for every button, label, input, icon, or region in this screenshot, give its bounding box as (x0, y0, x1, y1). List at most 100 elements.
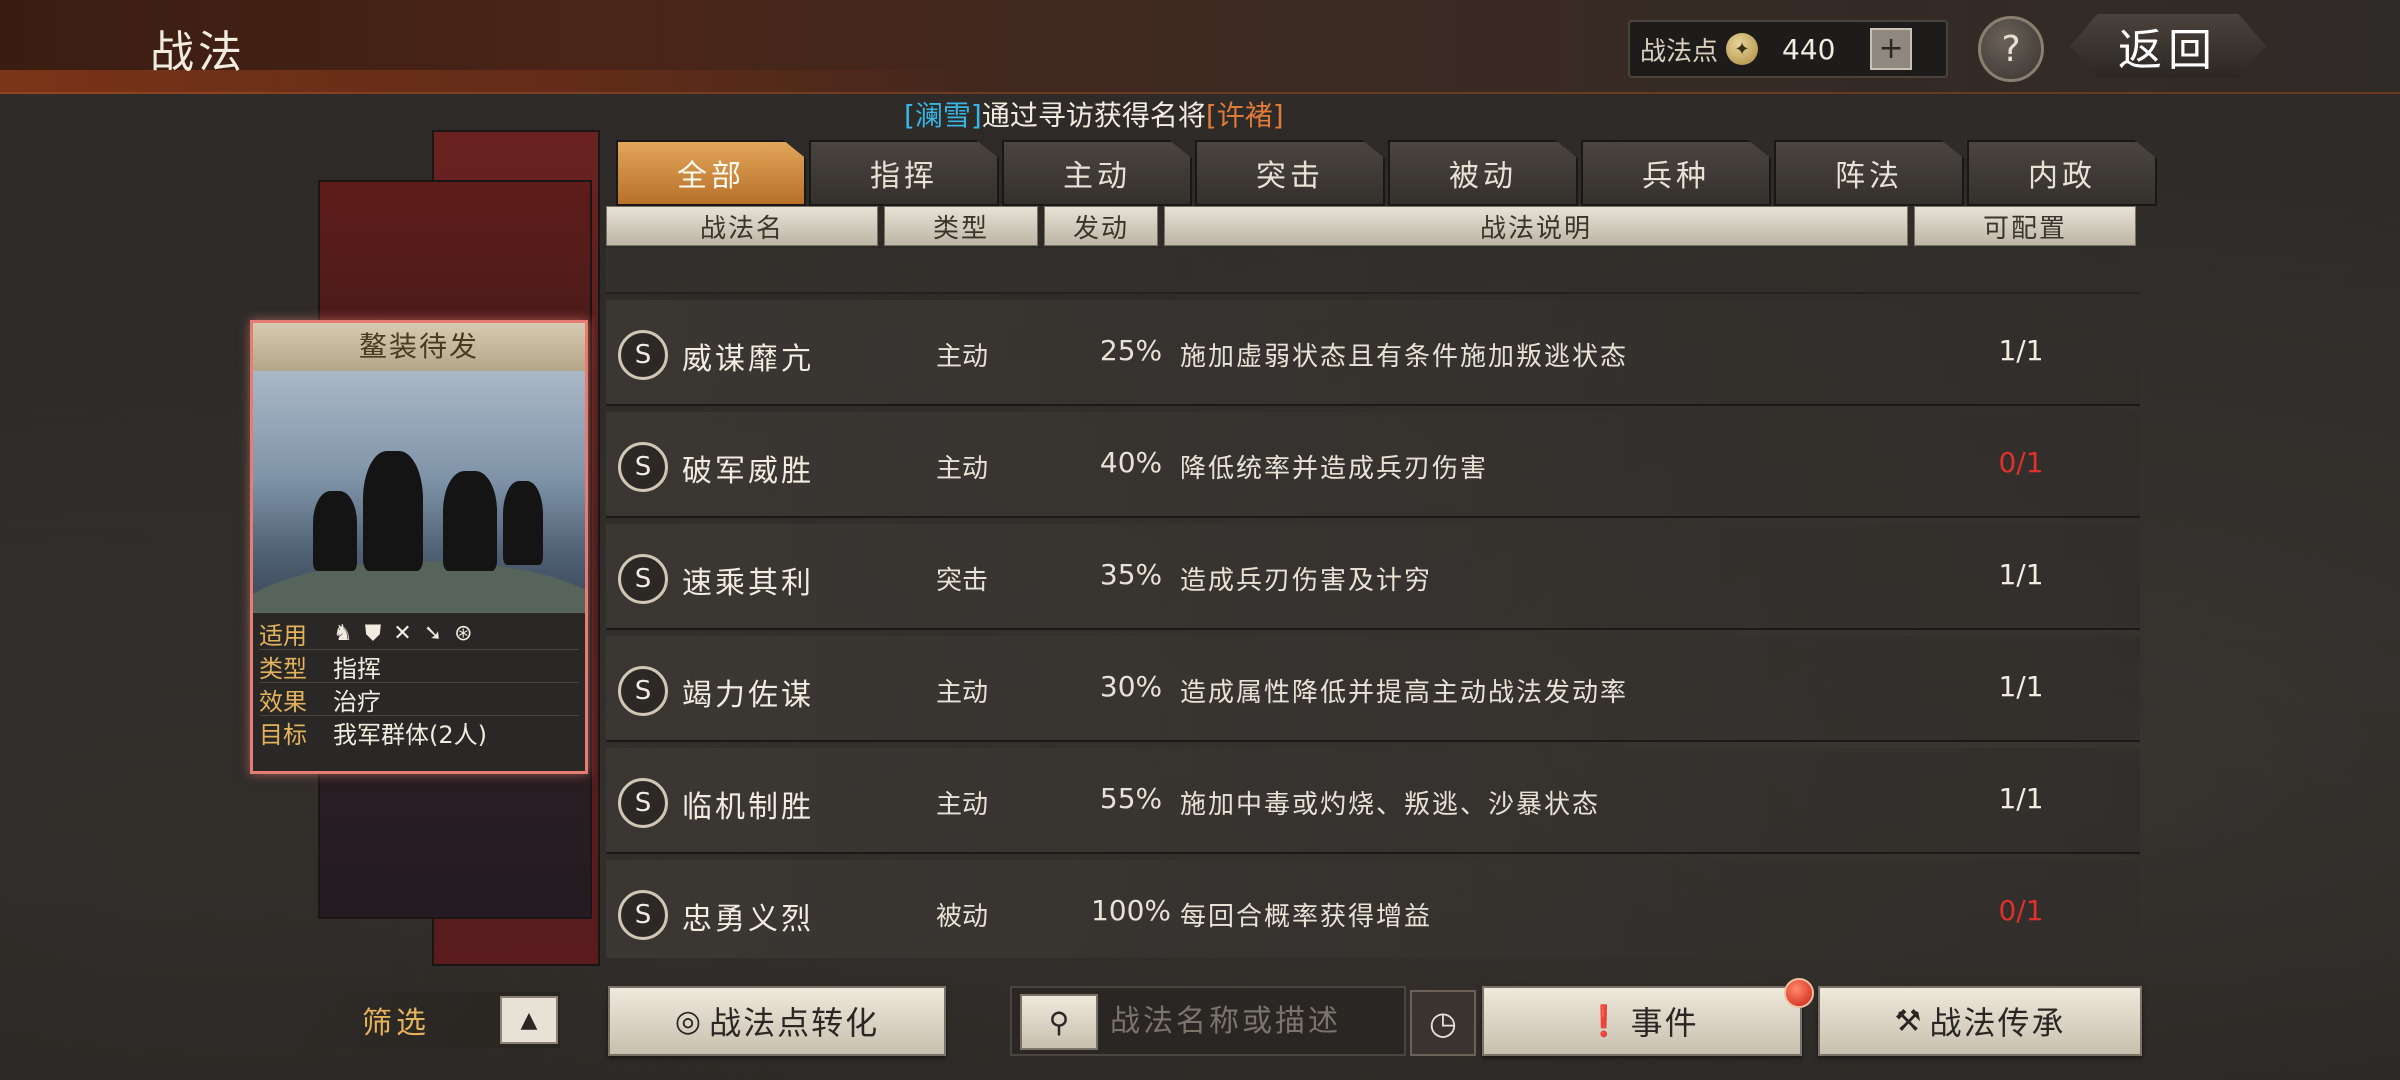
tab-formation[interactable]: 阵法 (1774, 140, 1964, 206)
search-button[interactable]: ⚲ (1020, 994, 1098, 1050)
card-row-key: 类型 (259, 654, 307, 683)
tactic-description: 施加中毒或灼烧、叛逃、沙暴状态 (1180, 790, 1601, 820)
tactic-type: 主动 (936, 678, 989, 708)
help-icon: ? (2001, 28, 2021, 70)
tactic-available: 0/1 (1998, 446, 2044, 479)
tactic-points-label: 战法点 (1640, 36, 1719, 67)
search-icon: ⚲ (1048, 1005, 1070, 1039)
history-button[interactable]: ◷ (1410, 990, 1476, 1056)
notice-banner: [澜雪]通过寻访获得名将[许褚] (904, 94, 1284, 134)
back-button[interactable]: 返回 (2070, 14, 2266, 78)
inherit-tactic-button[interactable]: ⚒ 战法传承 (1818, 986, 2142, 1056)
card-applicable-label: 适用 (259, 621, 307, 650)
header-description[interactable]: 战法说明 (1164, 206, 1908, 246)
search-input[interactable] (1108, 998, 1402, 1044)
inherit-tactic-label: 战法传承 (1929, 1004, 2066, 1042)
header-available[interactable]: 可配置 (1914, 206, 2136, 246)
tab-command[interactable]: 指挥 (809, 140, 999, 206)
filter-toggle-button[interactable]: ▲ (500, 996, 558, 1044)
table-header: 战法名 类型 发动 战法说明 可配置 (606, 206, 2142, 246)
notification-dot (1784, 978, 1814, 1008)
card-row-value: 我军群体(2人) (333, 720, 487, 749)
tactic-type: 突击 (936, 566, 989, 596)
tactic-name: 速乘其利 (682, 566, 814, 601)
tactic-type: 主动 (936, 454, 989, 484)
filter-label[interactable]: 筛选 (362, 998, 430, 1042)
applicable-icons: ♞ ⛊ ✕ ➘ ⊛ (333, 621, 473, 646)
tactic-available: 1/1 (1998, 334, 2044, 367)
header-rate[interactable]: 发动 (1044, 206, 1158, 246)
tactic-name: 临机制胜 (682, 790, 814, 825)
table-row[interactable]: S 临机制胜 主动 55% 施加中毒或灼烧、叛逃、沙暴状态 1/1 (606, 748, 2140, 854)
swirl-icon: ◎ (674, 1003, 704, 1039)
notice-general: [许褚] (1205, 99, 1284, 132)
card-row-value: 治疗 (333, 687, 381, 716)
tab-active[interactable]: 主动 (1002, 140, 1192, 206)
hammer-icon: ⚒ (1894, 1003, 1924, 1039)
notice-player: [澜雪] (904, 99, 982, 132)
tactic-rate: 30% (1099, 670, 1163, 703)
tab-passive[interactable]: 被动 (1388, 140, 1578, 206)
chevron-up-icon: ▲ (520, 1007, 538, 1033)
grade-s-icon: S (618, 330, 668, 380)
wheel-icon: ⊛ (454, 620, 473, 646)
archer-icon: ✕ (393, 620, 412, 646)
header-name[interactable]: 战法名 (606, 206, 878, 246)
table-row[interactable]: S 速乘其利 突击 35% 造成兵刃伤害及计穷 1/1 (606, 524, 2140, 630)
card-artwork (253, 371, 585, 613)
convert-points-button[interactable]: ◎ 战法点转化 (608, 986, 946, 1056)
events-label: 事件 (1630, 1004, 1699, 1042)
convert-points-label: 战法点转化 (709, 1004, 880, 1042)
tactic-description: 施加虚弱状态且有条件施加叛逃状态 (1180, 342, 1629, 372)
tactic-rate: 100% (1090, 894, 1172, 927)
card-row-value: 指挥 (333, 654, 381, 683)
help-button[interactable]: ? (1978, 16, 2044, 82)
clock-icon: ◷ (1429, 1004, 1457, 1042)
tactic-rate: 55% (1099, 782, 1163, 815)
tab-troop[interactable]: 兵种 (1581, 140, 1771, 206)
alert-book-icon: ❗ (1585, 1003, 1625, 1039)
table-row[interactable]: S 忠勇义烈 被动 100% 每回合概率获得增益 0/1 (606, 860, 2140, 958)
tactic-type: 主动 (936, 342, 989, 372)
card-title: 鳌装待发 (253, 323, 585, 371)
tactic-name: 忠勇义烈 (682, 902, 814, 937)
tab-assault[interactable]: 突击 (1195, 140, 1385, 206)
grade-s-icon: S (618, 666, 668, 716)
table-row[interactable]: S 威谋靡亢 主动 25% 施加虚弱状态且有条件施加叛逃状态 1/1 (606, 300, 2140, 406)
header-type[interactable]: 类型 (884, 206, 1038, 246)
tactic-detail-card[interactable]: 鳌装待发 适用 ♞ ⛊ ✕ ➘ ⊛ 类型 指挥 效果 治疗 目标 我军群体(2人… (250, 320, 588, 774)
search-box: ⚲ (1010, 986, 1406, 1056)
table-row[interactable]: S 破军威胜 主动 40% 降低统率并造成兵刃伤害 0/1 (606, 412, 2140, 518)
card-row-applicable: 适用 ♞ ⛊ ✕ ➘ ⊛ (259, 617, 579, 650)
art-rider (443, 471, 497, 571)
tactic-description: 造成属性降低并提高主动战法发动率 (1180, 678, 1629, 708)
tactic-available: 1/1 (1998, 558, 2044, 591)
tactic-rate: 40% (1099, 446, 1163, 479)
card-row-key: 效果 (259, 687, 307, 716)
shield-icon: ⛊ (364, 620, 382, 646)
table-row[interactable]: S 竭力佐谋 主动 30% 造成属性降低并提高主动战法发动率 1/1 (606, 636, 2140, 742)
tactic-name: 威谋靡亢 (682, 342, 814, 377)
notice-text: 通过寻访获得名将 (981, 99, 1206, 132)
tab-all[interactable]: 全部 (616, 140, 806, 206)
tactic-description: 降低统率并造成兵刃伤害 (1180, 454, 1489, 484)
add-points-button[interactable]: + (1870, 28, 1913, 70)
art-rider (313, 491, 357, 571)
tactic-rate: 25% (1099, 334, 1163, 367)
tactic-description: 造成兵刃伤害及计穷 (1180, 566, 1433, 596)
tactic-list[interactable]: S 威谋靡亢 主动 25% 施加虚弱状态且有条件施加叛逃状态 1/1 S 破军威… (606, 248, 2140, 958)
back-label: 返回 (2118, 25, 2218, 76)
spear-icon: ➘ (423, 620, 443, 646)
cavalry-icon: ♞ (333, 620, 353, 646)
grade-s-icon: S (618, 778, 668, 828)
card-row-target: 目标 我军群体(2人) (259, 716, 579, 749)
tactic-points-panel: 战法点 ✦ 440 + (1628, 20, 1948, 78)
tactic-description: 每回合概率获得增益 (1180, 902, 1433, 932)
page-title: 战法 (150, 27, 246, 78)
card-row-effect: 效果 治疗 (259, 683, 579, 716)
events-button[interactable]: ❗ 事件 (1482, 986, 1802, 1056)
tactic-points-value: 440 (1782, 32, 1836, 66)
tactic-available: 0/1 (1998, 894, 2044, 927)
tab-internal[interactable]: 内政 (1967, 140, 2157, 206)
card-row-type: 类型 指挥 (259, 650, 579, 683)
